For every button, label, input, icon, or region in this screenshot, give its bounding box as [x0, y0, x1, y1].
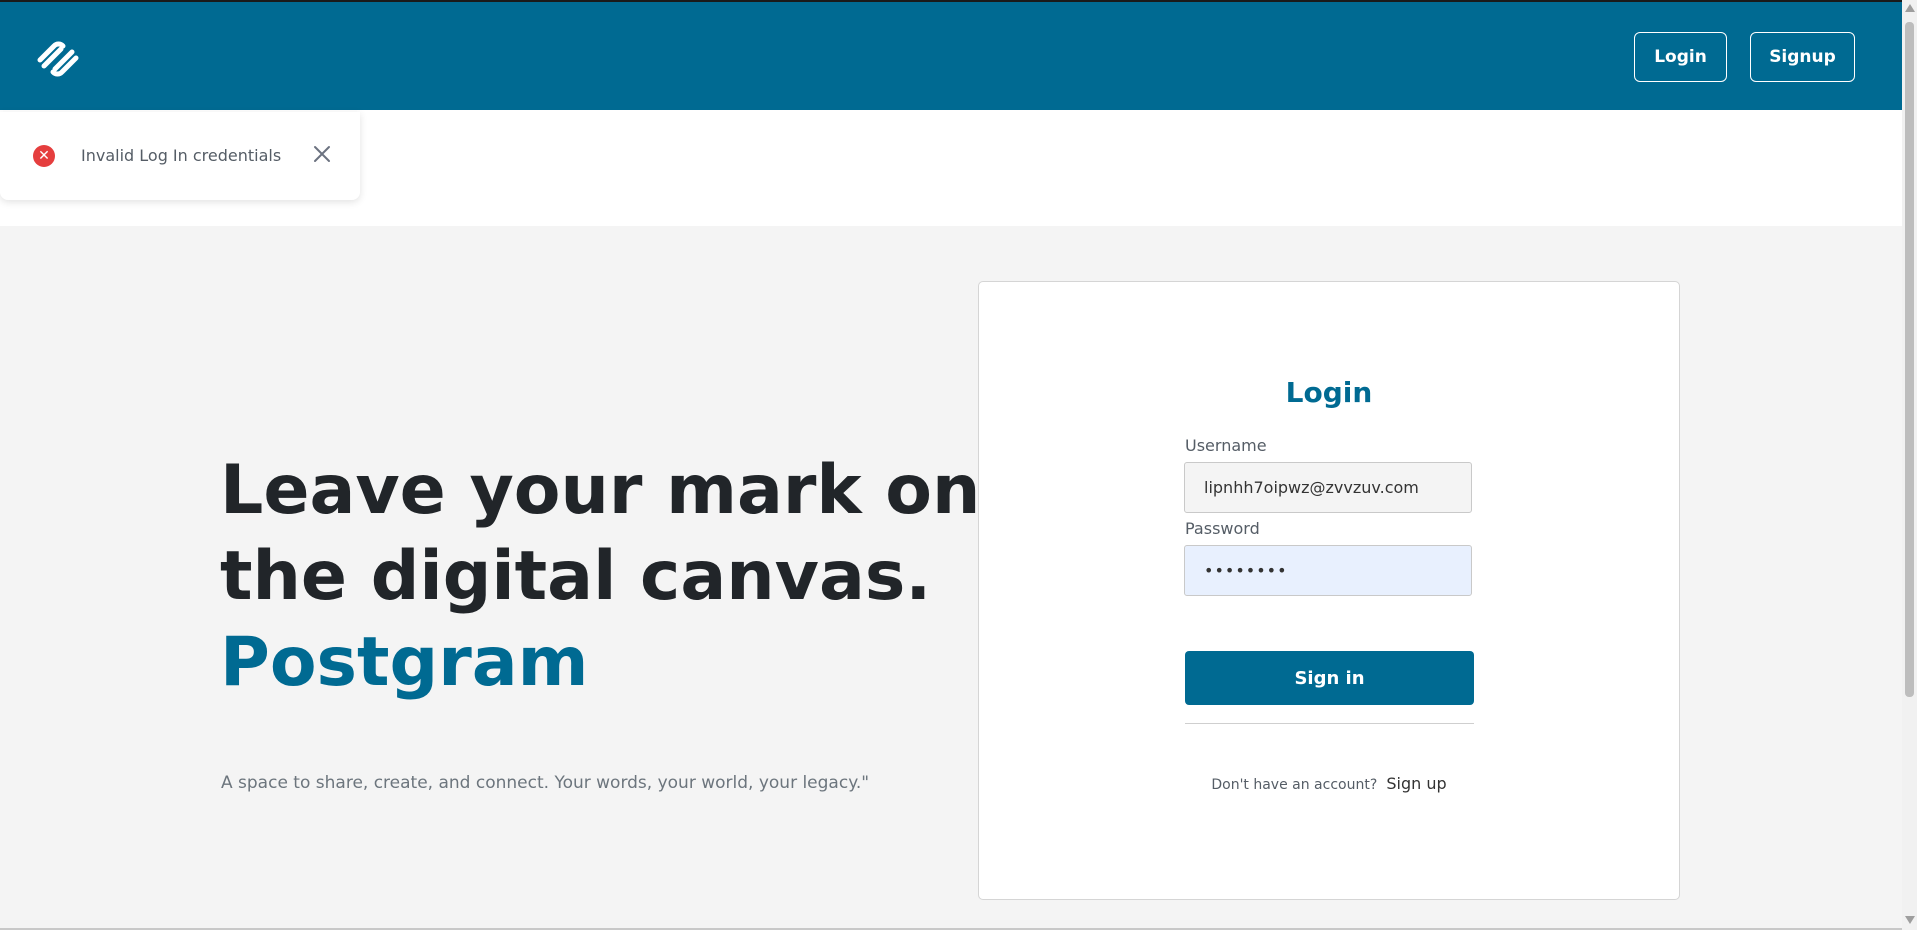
error-circle-icon: ✕	[33, 145, 55, 167]
close-icon	[314, 146, 330, 162]
username-field[interactable]	[1184, 462, 1472, 513]
password-label: Password	[1185, 519, 1260, 538]
login-nav-button[interactable]: Login	[1634, 32, 1727, 82]
sign-in-button[interactable]: Sign in	[1185, 651, 1474, 705]
signup-link[interactable]: Sign up	[1386, 774, 1446, 793]
brand-name: Postgram	[220, 623, 589, 702]
signup-prompt-row: Don't have an account? Sign up	[979, 774, 1679, 793]
squarespace-logo-icon[interactable]	[34, 38, 82, 80]
signup-nav-button[interactable]: Signup	[1750, 32, 1855, 82]
toast-message: Invalid Log In credentials	[81, 146, 282, 165]
login-card: Login Username Password Sign in Don't ha…	[978, 281, 1680, 900]
scroll-up-arrow-icon[interactable]	[1905, 4, 1915, 12]
signup-prompt-text: Don't have an account?	[1211, 777, 1378, 793]
top-navbar: Login Signup	[0, 2, 1902, 110]
hero-title-line-1: Leave your mark on	[220, 451, 981, 530]
hero-title: Leave your mark on the digital canvas. P…	[220, 448, 981, 706]
form-divider	[1185, 723, 1474, 724]
error-toast: ✕ Invalid Log In credentials	[0, 112, 360, 200]
scroll-down-arrow-icon[interactable]	[1905, 916, 1915, 924]
password-field[interactable]	[1184, 545, 1472, 596]
vertical-scrollbar[interactable]	[1902, 0, 1917, 930]
username-label: Username	[1185, 436, 1267, 455]
hero-title-line-2: the digital canvas.	[220, 537, 932, 616]
main-content: Leave your mark on the digital canvas. P…	[0, 226, 1902, 928]
scrollbar-thumb[interactable]	[1905, 22, 1914, 697]
login-title: Login	[1285, 376, 1373, 409]
hero-subtitle: A space to share, create, and connect. Y…	[221, 773, 870, 793]
toast-close-button[interactable]	[310, 142, 334, 166]
